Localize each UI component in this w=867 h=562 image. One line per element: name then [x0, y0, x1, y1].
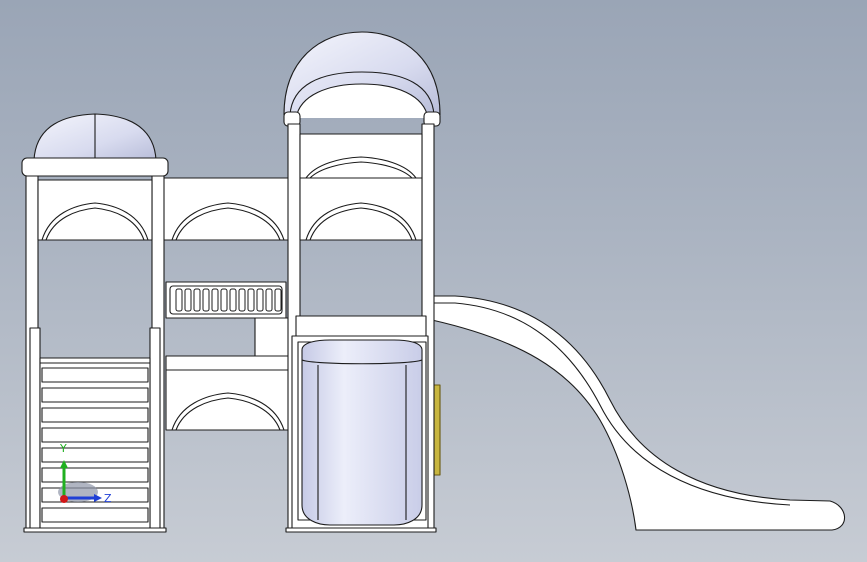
slide [431, 295, 846, 531]
left-tower [21, 113, 169, 533]
z-axis-label: Z [104, 492, 112, 505]
bridge [161, 177, 293, 431]
x-axis-dot [60, 495, 68, 503]
left-roof-rim [21, 157, 169, 177]
ladder [39, 357, 151, 531]
y-axis-label: Y [59, 442, 67, 455]
model-view: Y Z [21, 31, 846, 533]
cad-viewport[interactable]: Y Z [0, 0, 867, 562]
slide-tube [297, 339, 427, 526]
right-tower [283, 31, 441, 533]
